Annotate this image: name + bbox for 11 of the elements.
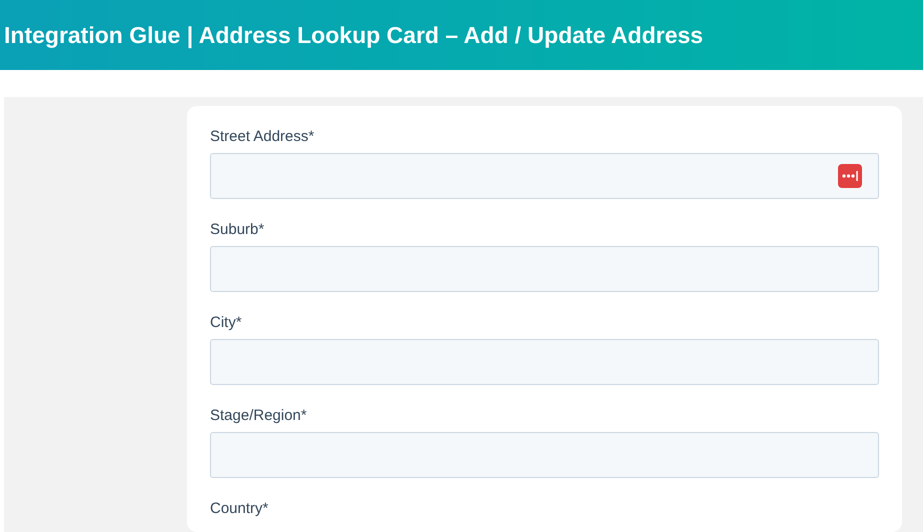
input-field[interactable] xyxy=(210,153,879,199)
input-field[interactable] xyxy=(210,339,879,385)
field-label: Suburb* xyxy=(210,220,266,240)
field-label: City* xyxy=(210,313,243,333)
field-label: Stage/Region* xyxy=(210,406,308,426)
field-label: Country* xyxy=(210,499,270,519)
dots-icon[interactable] xyxy=(838,164,862,188)
field-label: Street Address* xyxy=(210,127,316,147)
page-title: Integration Glue | Address Lookup Card – Add / Update Address xyxy=(4,22,704,48)
input-field[interactable] xyxy=(210,246,879,292)
input-field[interactable] xyxy=(210,432,879,478)
